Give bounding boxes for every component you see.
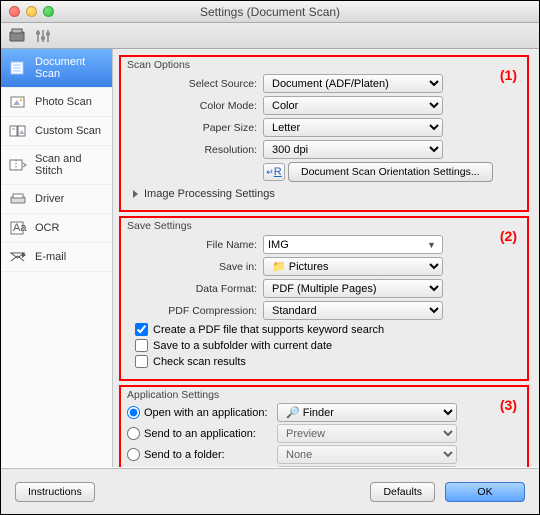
section-title: Save Settings bbox=[127, 220, 192, 232]
resolution-label: Resolution: bbox=[127, 144, 263, 156]
attach-email-dropdown[interactable]: None (Attach Manually) bbox=[277, 466, 457, 467]
custom-scan-icon bbox=[9, 124, 27, 138]
chk-scan-results[interactable]: Check scan results bbox=[135, 355, 521, 368]
sidebar-item-driver[interactable]: Driver bbox=[1, 185, 112, 214]
image-processing-label: Image Processing Settings bbox=[144, 188, 275, 200]
sidebar: Document Scan Photo Scan Custom Scan Sca… bbox=[1, 49, 113, 467]
radio-send-app[interactable]: Send to an application: bbox=[127, 427, 277, 440]
color-mode-label: Color Mode: bbox=[127, 100, 263, 112]
chk-subfolder-box[interactable] bbox=[135, 339, 148, 352]
ok-button[interactable]: OK bbox=[445, 482, 525, 502]
titlebar: Settings (Document Scan) bbox=[1, 1, 539, 23]
orientation-settings-button[interactable]: Document Scan Orientation Settings... bbox=[288, 162, 493, 182]
save-in-dropdown[interactable]: 📁 Pictures bbox=[263, 257, 443, 276]
document-scan-icon bbox=[9, 61, 27, 75]
select-source-label: Select Source: bbox=[127, 78, 263, 90]
chk-subfolder-label: Save to a subfolder with current date bbox=[153, 340, 332, 352]
email-icon bbox=[9, 250, 27, 264]
footer: Instructions Defaults OK bbox=[1, 468, 539, 514]
radio-send-app-input[interactable] bbox=[127, 427, 140, 440]
section-save-settings: Save Settings (2) File Name: ▼ Save in: … bbox=[119, 216, 529, 381]
section-application-settings: Application Settings (3) Open with an ap… bbox=[119, 385, 529, 467]
disclosure-triangle-icon bbox=[133, 190, 138, 198]
toolbar-settings-icon[interactable] bbox=[35, 28, 51, 44]
instructions-button[interactable]: Instructions bbox=[15, 482, 95, 502]
chk-keyword-label: Create a PDF file that supports keyword … bbox=[153, 324, 384, 336]
radio-open-app-input[interactable] bbox=[127, 406, 140, 419]
sidebar-item-label: E-mail bbox=[35, 251, 66, 263]
chk-keyword-search[interactable]: Create a PDF file that supports keyword … bbox=[135, 323, 521, 336]
image-processing-disclosure[interactable]: Image Processing Settings bbox=[133, 188, 521, 200]
color-mode-dropdown[interactable]: Color bbox=[263, 96, 443, 115]
section-scan-options: Scan Options (1) Select Source: Document… bbox=[119, 55, 529, 212]
sidebar-item-email[interactable]: E-mail bbox=[1, 243, 112, 272]
sidebar-item-ocr[interactable]: Aa OCR bbox=[1, 214, 112, 243]
sidebar-item-label: OCR bbox=[35, 222, 59, 234]
sidebar-item-scan-stitch[interactable]: Scan and Stitch bbox=[1, 146, 112, 185]
chk-keyword-search-box[interactable] bbox=[135, 323, 148, 336]
defaults-button[interactable]: Defaults bbox=[370, 482, 435, 502]
select-source-dropdown[interactable]: Document (ADF/Platen) bbox=[263, 74, 443, 93]
orientation-icon[interactable]: ↵R bbox=[263, 163, 285, 181]
radio-send-folder[interactable]: Send to a folder: bbox=[127, 448, 277, 461]
content: Document Scan Photo Scan Custom Scan Sca… bbox=[1, 49, 539, 467]
data-format-label: Data Format: bbox=[127, 283, 263, 295]
paper-size-dropdown[interactable]: Letter bbox=[263, 118, 443, 137]
photo-scan-icon bbox=[9, 95, 27, 109]
sidebar-item-label: Photo Scan bbox=[35, 96, 92, 108]
scan-stitch-icon bbox=[9, 158, 27, 172]
sidebar-item-label: Scan and Stitch bbox=[35, 153, 104, 177]
window-title: Settings (Document Scan) bbox=[1, 5, 539, 19]
section-title: Scan Options bbox=[127, 59, 190, 71]
data-format-dropdown[interactable]: PDF (Multiple Pages) bbox=[263, 279, 443, 298]
send-folder-dropdown[interactable]: None bbox=[277, 445, 457, 464]
annotation-badge-3: (3) bbox=[500, 397, 517, 413]
resolution-dropdown[interactable]: 300 dpi bbox=[263, 140, 443, 159]
chk-subfolder[interactable]: Save to a subfolder with current date bbox=[135, 339, 521, 352]
file-name-label: File Name: bbox=[127, 239, 263, 251]
sidebar-item-custom-scan[interactable]: Custom Scan bbox=[1, 117, 112, 146]
section-title: Application Settings bbox=[127, 389, 219, 401]
toolbar-scanner-icon[interactable] bbox=[9, 28, 25, 44]
file-name-input[interactable] bbox=[263, 235, 443, 254]
toolbar bbox=[1, 23, 539, 49]
chk-scan-results-label: Check scan results bbox=[153, 356, 246, 368]
main-panel: Scan Options (1) Select Source: Document… bbox=[113, 49, 539, 467]
annotation-badge-2: (2) bbox=[500, 228, 517, 244]
pdf-compression-label: PDF Compression: bbox=[127, 305, 263, 317]
radio-open-app[interactable]: Open with an application: bbox=[127, 406, 277, 419]
sidebar-item-label: Driver bbox=[35, 193, 64, 205]
sidebar-item-label: Custom Scan bbox=[35, 125, 101, 137]
open-app-dropdown[interactable]: 🔎 Finder bbox=[277, 403, 457, 422]
chk-scan-results-box[interactable] bbox=[135, 355, 148, 368]
send-app-dropdown[interactable]: Preview bbox=[277, 424, 457, 443]
annotation-badge-1: (1) bbox=[500, 67, 517, 83]
radio-send-folder-input[interactable] bbox=[127, 448, 140, 461]
svg-text:Aa: Aa bbox=[13, 222, 27, 234]
sidebar-item-document-scan[interactable]: Document Scan bbox=[1, 49, 112, 88]
driver-icon bbox=[9, 192, 27, 206]
ocr-icon: Aa bbox=[9, 221, 27, 235]
save-in-label: Save in: bbox=[127, 261, 263, 273]
sidebar-item-label: Document Scan bbox=[35, 56, 104, 80]
sidebar-item-photo-scan[interactable]: Photo Scan bbox=[1, 88, 112, 117]
pdf-compression-dropdown[interactable]: Standard bbox=[263, 301, 443, 320]
paper-size-label: Paper Size: bbox=[127, 122, 263, 134]
